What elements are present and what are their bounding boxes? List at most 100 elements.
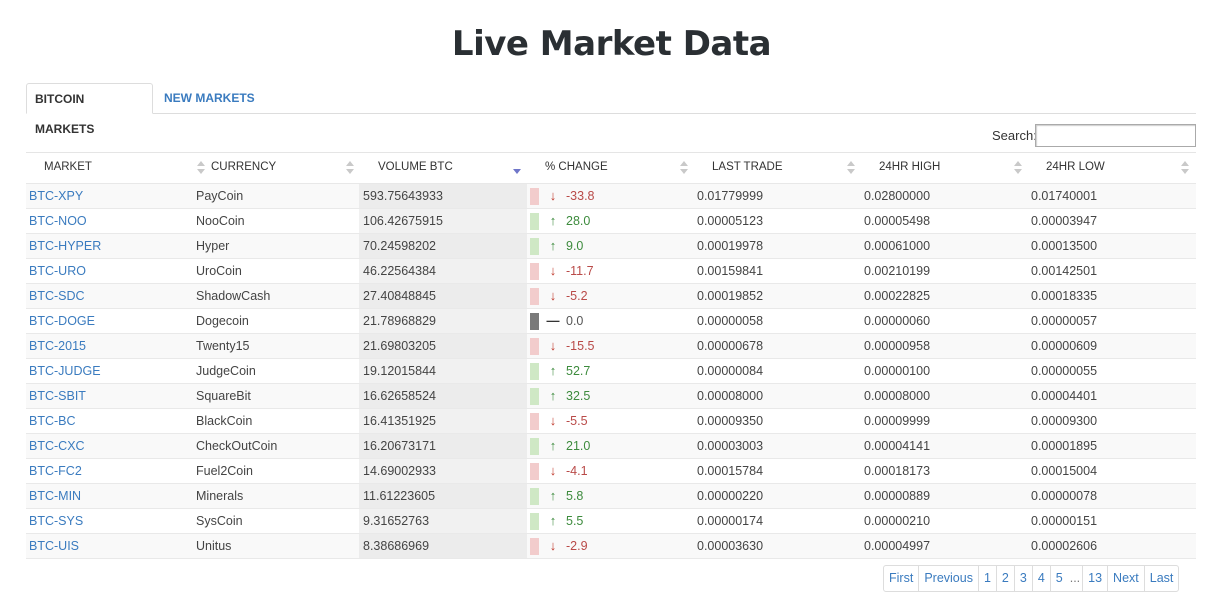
table-row: BTC-XPY PayCoin 593.75643933 ↓ -33.8 0.017799… [26, 184, 1196, 209]
column-header-label: VOLUME BTC [378, 161, 453, 173]
market-link[interactable]: BTC-XPY [29, 184, 83, 208]
table-row: BTC-SYS SysCoin 9.31652763 ↑ 5.5 0.00000174 0.… [26, 509, 1196, 534]
page-button-first[interactable]: First [884, 566, 918, 591]
market-link[interactable]: BTC-FC2 [29, 459, 82, 483]
last-trade-cell: 0.00159841 [697, 264, 764, 278]
change-bar [530, 488, 539, 505]
page-button-3[interactable]: 3 [1013, 566, 1032, 591]
change-cell: 9.0 [566, 239, 584, 253]
volume-cell: 21.69803205 [359, 334, 527, 358]
volume-cell: 16.20673171 [359, 434, 527, 458]
arrow-up-icon: ↑ [549, 438, 557, 453]
sort-both-icon [345, 160, 355, 176]
pagination: First Previous 1 2 3 4 5... 13 Next Last [883, 565, 1180, 592]
market-link[interactable]: BTC-CXC [29, 434, 85, 458]
high-cell: 0.00022825 [864, 289, 931, 303]
page-button-4[interactable]: 4 [1031, 566, 1050, 591]
low-cell: 0.01740001 [1031, 189, 1098, 203]
currency-cell: BlackCoin [196, 414, 253, 428]
table-header: MARKET CURRENCY VOLUME BTC % CHANGE LAST… [26, 153, 1196, 184]
change-bar [530, 313, 539, 330]
change-bar [530, 263, 539, 280]
high-cell: 0.00000100 [864, 364, 931, 378]
high-cell: 0.00061000 [864, 239, 931, 253]
markets-table: MARKET CURRENCY VOLUME BTC % CHANGE LAST… [26, 152, 1196, 559]
change-cell: -11.7 [566, 264, 594, 278]
last-trade-cell: 0.00000678 [697, 339, 764, 353]
low-cell: 0.00000057 [1031, 314, 1098, 328]
page-button-last[interactable]: Last [1143, 566, 1179, 591]
high-cell: 0.00000060 [864, 314, 931, 328]
change-cell: 28.0 [566, 214, 591, 228]
search-input[interactable] [1035, 124, 1196, 147]
currency-cell: SquareBit [196, 389, 251, 403]
page-button-2[interactable]: 2 [995, 566, 1014, 591]
column-header-24hr-low[interactable]: 24HR LOW [1046, 153, 1196, 184]
market-link[interactable]: BTC-SYS [29, 509, 83, 533]
market-link[interactable]: BTC-SDC [29, 284, 85, 308]
tab-bitcoin-markets[interactable]: BITCOIN MARKETS [26, 83, 153, 136]
market-link[interactable]: BTC-BC [29, 409, 76, 433]
table-row: BTC-SDC ShadowCash 27.40848845 ↓ -5.2 0.00019… [26, 284, 1196, 309]
volume-cell: 46.22564384 [359, 259, 527, 283]
tab-new-markets[interactable]: NEW MARKETS [156, 83, 263, 114]
column-header-change[interactable]: % CHANGE [545, 153, 695, 184]
search-label: Search: [992, 128, 1037, 143]
page-button-previous[interactable]: Previous [918, 566, 978, 591]
high-cell: 0.00018173 [864, 464, 931, 478]
arrow-down-icon: ↓ [549, 463, 557, 478]
low-cell: 0.00000055 [1031, 364, 1098, 378]
low-cell: 0.00000151 [1031, 514, 1098, 528]
column-header-24hr-high[interactable]: 24HR HIGH [879, 153, 1029, 184]
arrow-up-icon: ↑ [549, 238, 557, 253]
currency-cell: ShadowCash [196, 289, 271, 303]
last-trade-cell: 0.00000174 [697, 514, 764, 528]
sort-both-icon [846, 160, 856, 176]
volume-cell: 8.38686969 [359, 534, 527, 558]
last-trade-cell: 0.00003003 [697, 439, 764, 453]
market-link[interactable]: BTC-URO [29, 259, 86, 283]
currency-cell: Dogecoin [196, 314, 249, 328]
market-link[interactable]: BTC-NOO [29, 209, 87, 233]
change-bar [530, 238, 539, 255]
market-link[interactable]: BTC-DOGE [29, 309, 95, 333]
page-button-next[interactable]: Next [1107, 566, 1144, 591]
change-cell: 52.7 [566, 364, 591, 378]
last-trade-cell: 0.00000058 [697, 314, 764, 328]
low-cell: 0.00001895 [1031, 439, 1098, 453]
arrow-up-icon: ↑ [549, 363, 557, 378]
volume-cell: 16.41351925 [359, 409, 527, 433]
high-cell: 0.00210199 [864, 264, 931, 278]
column-header-currency[interactable]: CURRENCY [211, 153, 359, 184]
market-link[interactable]: BTC-UIS [29, 534, 79, 558]
change-cell: -4.1 [566, 464, 588, 478]
volume-cell: 16.62658524 [359, 384, 527, 408]
change-cell: 32.5 [566, 389, 591, 403]
table-row: BTC-SBIT SquareBit 16.62658524 ↑ 32.5 0.00008… [26, 384, 1196, 409]
currency-cell: NooCoin [196, 214, 245, 228]
column-header-last-trade[interactable]: LAST TRADE [712, 153, 862, 184]
change-cell: -15.5 [566, 339, 595, 353]
high-cell: 0.02800000 [864, 189, 931, 203]
column-header-market[interactable]: MARKET [44, 153, 205, 184]
market-link[interactable]: BTC-SBIT [29, 384, 86, 408]
change-cell: 5.8 [566, 489, 584, 503]
arrow-up-icon: ↑ [549, 488, 557, 503]
market-link[interactable]: BTC-HYPER [29, 234, 101, 258]
change-cell: 5.5 [566, 514, 584, 528]
low-cell: 0.00000078 [1031, 489, 1098, 503]
low-cell: 0.00015004 [1031, 464, 1098, 478]
market-link[interactable]: BTC-JUDGE [29, 359, 101, 383]
page-button-1[interactable]: 1 [977, 566, 996, 591]
last-trade-cell: 0.01779999 [697, 189, 764, 203]
page-button-13[interactable]: 13 [1082, 566, 1107, 591]
page-button-5[interactable]: 5 [1049, 566, 1068, 591]
currency-cell: SysCoin [196, 514, 243, 528]
change-bar [530, 363, 539, 380]
market-link[interactable]: BTC-2015 [29, 334, 86, 358]
column-header-volume[interactable]: VOLUME BTC [378, 153, 528, 184]
market-link[interactable]: BTC-MIN [29, 484, 81, 508]
last-trade-cell: 0.00019852 [697, 289, 764, 303]
last-trade-cell: 0.00009350 [697, 414, 764, 428]
currency-cell: Minerals [196, 489, 244, 503]
